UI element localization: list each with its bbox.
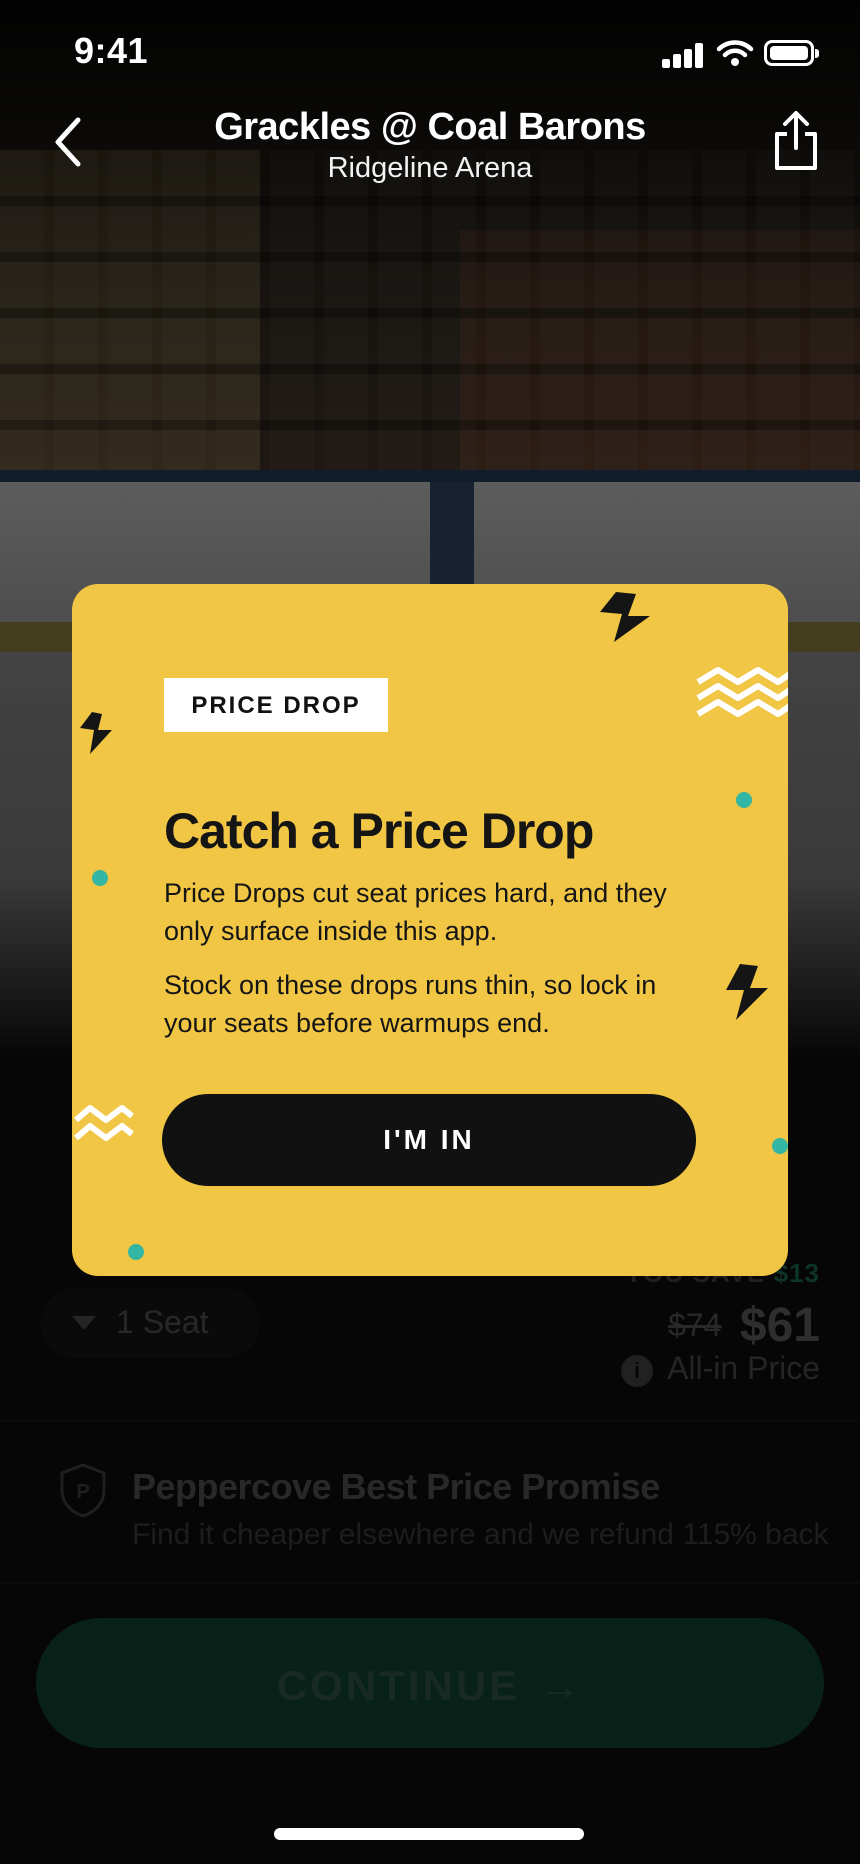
modal-description-1: Price Drops cut seat prices hard, and th… [164,878,667,946]
teal-dot [736,792,752,808]
wave-lines-icon [74,1105,134,1141]
modal-description-2: Stock on these drops runs thin, so lock … [164,970,657,1038]
im-in-button-label: I'M IN [383,1124,475,1155]
lightning-icon [600,592,650,642]
home-indicator[interactable] [274,1828,584,1840]
im-in-button[interactable]: I'M IN [162,1094,696,1186]
battery-icon [764,40,819,66]
teal-dot [772,1138,788,1154]
price-drop-badge-text: PRICE DROP [191,692,361,719]
lightning-icon [80,712,112,754]
wifi-icon [716,40,754,66]
modal-title: Catch a Price Drop [164,803,594,859]
venue-name: Ridgeline Arena [327,152,533,184]
lightning-icon [726,964,768,1020]
cellular-signal-icon [662,42,704,68]
price-drop-badge: PRICE DROP [164,678,388,732]
status-bar: 9:41 [0,0,860,100]
teal-dot [128,1244,144,1260]
status-time: 9:41 [74,30,149,71]
share-icon[interactable] [770,110,822,172]
teal-dot [92,870,108,886]
event-title: Grackles @ Coal Barons [214,106,646,148]
wave-lines-icon [696,667,788,717]
price-drop-modal: PRICE DROP Catch a Price Drop Price Drop… [72,584,788,1276]
event-header: Grackles @ Coal Barons Ridgeline Arena [0,100,860,200]
